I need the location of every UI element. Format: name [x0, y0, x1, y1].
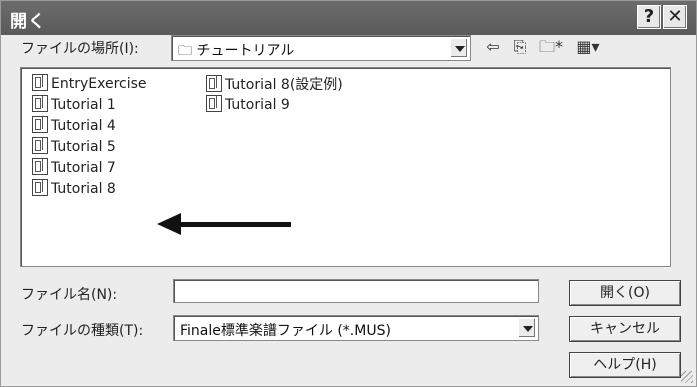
back-arrow-icon[interactable]: ⇦ — [481, 36, 505, 58]
file-name: Tutorial 4 — [51, 118, 116, 134]
open-file-dialog: 開く ? ✕ ファイルの場所(I): 🗀 チュートリアル ⇦ ⎘ 🗀* ▦▾ E… — [0, 0, 697, 387]
file-name: Tutorial 5 — [51, 139, 116, 155]
file-list[interactable]: EntryExercise Tutorial 1 Tutorial 4 Tuto… — [20, 67, 671, 267]
look-in-value: チュートリアル — [196, 43, 295, 59]
list-item[interactable]: Tutorial 7 — [32, 158, 116, 177]
list-item[interactable]: Tutorial 8(設定例) — [206, 74, 343, 93]
view-menu-icon[interactable]: ▦▾ — [573, 36, 603, 58]
file-icon — [32, 137, 48, 154]
list-item[interactable]: Tutorial 1 — [32, 95, 116, 114]
file-icon — [32, 158, 48, 175]
list-item[interactable]: Tutorial 5 — [32, 137, 116, 156]
look-in-dropdown-button[interactable] — [450, 38, 468, 58]
filetype-value: Finale標準楽譜ファイル (*.MUS) — [180, 323, 391, 339]
file-name: Tutorial 8 — [51, 181, 116, 197]
file-icon — [32, 74, 48, 91]
list-item[interactable]: EntryExercise — [32, 74, 147, 93]
help-button[interactable]: ヘルプ(H) — [569, 352, 681, 378]
look-in-label: ファイルの場所(I): — [21, 41, 139, 57]
list-item[interactable]: Tutorial 8 — [32, 179, 116, 198]
filetype-dropdown-button[interactable] — [518, 318, 536, 338]
window-title: 開く — [10, 12, 46, 32]
annotation-arrow-shaft — [179, 222, 291, 227]
close-button[interactable]: ✕ — [663, 5, 687, 29]
title-bar[interactable]: 開く ? ✕ — [1, 1, 696, 35]
folder-icon: 🗀 — [178, 43, 192, 59]
cancel-button[interactable]: キャンセル — [569, 316, 681, 342]
file-name: Tutorial 1 — [51, 97, 116, 113]
open-button[interactable]: 開く(O) — [569, 280, 681, 306]
up-folder-icon[interactable]: ⎘ — [508, 36, 532, 58]
help-title-button[interactable]: ? — [637, 5, 661, 29]
look-in-select[interactable]: 🗀 チュートリアル — [171, 35, 471, 61]
filename-label: ファイル名(N): — [21, 287, 118, 303]
look-in-value-wrap: 🗀 チュートリアル — [178, 40, 294, 64]
filetype-label: ファイルの種類(T): — [21, 323, 144, 339]
file-icon — [206, 75, 222, 92]
resize-grip-icon[interactable] — [681, 371, 693, 383]
filename-input[interactable] — [173, 279, 539, 303]
file-icon — [32, 95, 48, 112]
file-icon — [32, 116, 48, 133]
new-folder-icon[interactable]: 🗀* — [539, 36, 563, 58]
annotation-arrow-head — [157, 213, 181, 235]
file-icon — [206, 95, 222, 112]
file-name: EntryExercise — [51, 76, 147, 92]
filetype-select[interactable]: Finale標準楽譜ファイル (*.MUS) — [173, 315, 539, 341]
file-name: Tutorial 9 — [225, 97, 290, 113]
list-item[interactable]: Tutorial 4 — [32, 116, 116, 135]
list-item[interactable]: Tutorial 9 — [206, 95, 290, 114]
file-icon — [32, 179, 48, 196]
file-name: Tutorial 8(設定例) — [225, 77, 343, 93]
file-name: Tutorial 7 — [51, 160, 116, 176]
